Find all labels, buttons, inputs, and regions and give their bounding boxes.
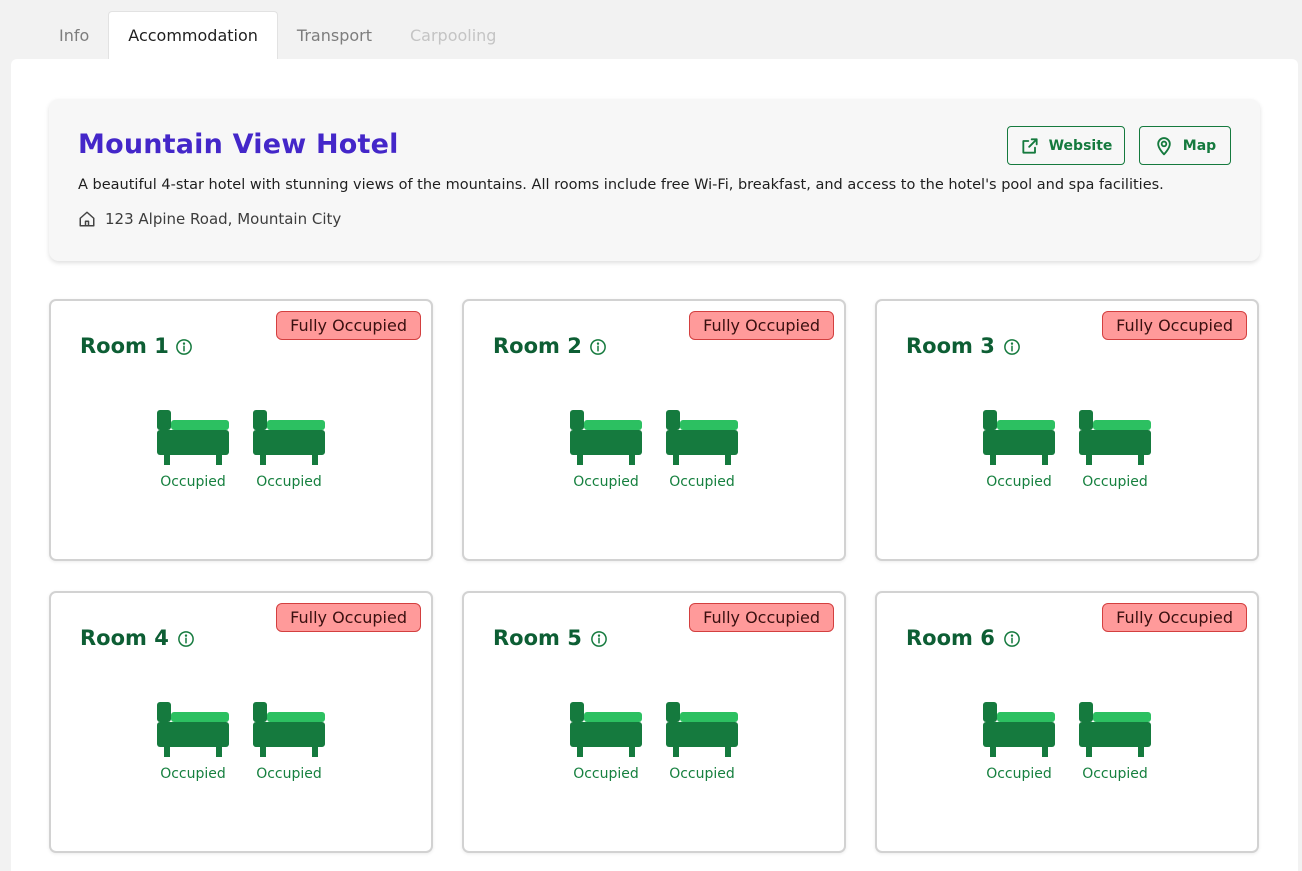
bed-icon bbox=[1079, 410, 1151, 465]
info-circle-icon[interactable] bbox=[1003, 338, 1021, 356]
bed-status-label: Occupied bbox=[256, 474, 322, 490]
bed-icon bbox=[666, 702, 738, 757]
bed-icon bbox=[157, 410, 229, 465]
bed-list: Occupied Occupied bbox=[877, 702, 1257, 782]
tab-accommodation[interactable]: Accommodation bbox=[108, 11, 278, 59]
bed-icon bbox=[570, 702, 642, 757]
room-title: Room 2 bbox=[493, 334, 582, 358]
bed-icon bbox=[570, 410, 642, 465]
room-title: Room 3 bbox=[906, 334, 995, 358]
bed-status-label: Occupied bbox=[160, 474, 226, 490]
room-card-1[interactable]: Room 1 Fully Occupied Occupied Occupied bbox=[49, 299, 433, 561]
room-card-5[interactable]: Room 5 Fully Occupied Occupied Occupied bbox=[462, 591, 846, 853]
room-title: Room 4 bbox=[80, 626, 169, 650]
website-button[interactable]: Website bbox=[1007, 126, 1125, 165]
hotel-name: Mountain View Hotel bbox=[78, 129, 399, 160]
bed-slot[interactable]: Occupied bbox=[983, 410, 1055, 490]
bed-list: Occupied Occupied bbox=[51, 702, 431, 782]
bed-icon bbox=[157, 702, 229, 757]
bed-icon bbox=[253, 410, 325, 465]
bed-icon bbox=[666, 410, 738, 465]
room-card-6[interactable]: Room 6 Fully Occupied Occupied Occupied bbox=[875, 591, 1259, 853]
bed-slot[interactable]: Occupied bbox=[570, 702, 642, 782]
bed-status-label: Occupied bbox=[986, 766, 1052, 782]
bed-list: Occupied Occupied bbox=[464, 702, 844, 782]
info-circle-icon[interactable] bbox=[1003, 630, 1021, 648]
tab-transport[interactable]: Transport bbox=[278, 11, 391, 59]
bed-status-label: Occupied bbox=[160, 766, 226, 782]
info-circle-icon[interactable] bbox=[590, 630, 608, 648]
bed-list: Occupied Occupied bbox=[51, 410, 431, 490]
bed-status-label: Occupied bbox=[669, 474, 735, 490]
map-button-label: Map bbox=[1182, 137, 1217, 154]
bed-status-label: Occupied bbox=[1082, 474, 1148, 490]
bed-slot[interactable]: Occupied bbox=[983, 702, 1055, 782]
bed-icon bbox=[253, 702, 325, 757]
bed-status-label: Occupied bbox=[669, 766, 735, 782]
bed-icon bbox=[983, 410, 1055, 465]
status-badge: Fully Occupied bbox=[1102, 311, 1247, 340]
map-pin-icon bbox=[1157, 136, 1171, 155]
info-circle-icon[interactable] bbox=[589, 338, 607, 356]
bed-slot[interactable]: Occupied bbox=[1079, 410, 1151, 490]
room-title: Room 5 bbox=[493, 626, 582, 650]
status-badge: Fully Occupied bbox=[1102, 603, 1247, 632]
bed-list: Occupied Occupied bbox=[464, 410, 844, 490]
status-badge: Fully Occupied bbox=[276, 603, 421, 632]
tab-carpooling: Carpooling bbox=[409, 25, 497, 45]
tab-info[interactable]: Info bbox=[40, 11, 108, 59]
accommodation-panel: Mountain View Hotel A beautiful 4-star h… bbox=[11, 59, 1298, 871]
bed-status-label: Occupied bbox=[573, 766, 639, 782]
map-button[interactable]: Map bbox=[1139, 126, 1231, 165]
bed-slot[interactable]: Occupied bbox=[253, 410, 325, 490]
tab-bar: Info Accommodation Transport Carpooling bbox=[40, 11, 515, 59]
bed-slot[interactable]: Occupied bbox=[666, 702, 738, 782]
bed-icon bbox=[983, 702, 1055, 757]
room-card-4[interactable]: Room 4 Fully Occupied Occupied Occupied bbox=[49, 591, 433, 853]
home-icon bbox=[79, 211, 95, 227]
bed-slot[interactable]: Occupied bbox=[253, 702, 325, 782]
info-circle-icon[interactable] bbox=[175, 338, 193, 356]
website-button-label: Website bbox=[1048, 137, 1113, 154]
room-card-2[interactable]: Room 2 Fully Occupied Occupied Occupied bbox=[462, 299, 846, 561]
hotel-description: A beautiful 4-star hotel with stunning v… bbox=[78, 177, 1164, 193]
status-badge: Fully Occupied bbox=[276, 311, 421, 340]
hotel-address: 123 Alpine Road, Mountain City bbox=[78, 210, 341, 228]
hotel-address-text: 123 Alpine Road, Mountain City bbox=[105, 210, 342, 228]
bed-slot[interactable]: Occupied bbox=[1079, 702, 1151, 782]
status-badge: Fully Occupied bbox=[689, 311, 834, 340]
bed-status-label: Occupied bbox=[256, 766, 322, 782]
bed-status-label: Occupied bbox=[573, 474, 639, 490]
room-title: Room 6 bbox=[906, 626, 995, 650]
bed-status-label: Occupied bbox=[986, 474, 1052, 490]
hotel-card: Mountain View Hotel A beautiful 4-star h… bbox=[49, 99, 1260, 261]
status-badge: Fully Occupied bbox=[689, 603, 834, 632]
info-circle-icon[interactable] bbox=[177, 630, 195, 648]
bed-slot[interactable]: Occupied bbox=[157, 702, 229, 782]
external-link-icon bbox=[1022, 137, 1038, 154]
bed-slot[interactable]: Occupied bbox=[157, 410, 229, 490]
room-card-3[interactable]: Room 3 Fully Occupied Occupied Occupied bbox=[875, 299, 1259, 561]
bed-status-label: Occupied bbox=[1082, 766, 1148, 782]
bed-slot[interactable]: Occupied bbox=[570, 410, 642, 490]
bed-icon bbox=[1079, 702, 1151, 757]
bed-slot[interactable]: Occupied bbox=[666, 410, 738, 490]
room-title: Room 1 bbox=[80, 334, 169, 358]
bed-list: Occupied Occupied bbox=[877, 410, 1257, 490]
